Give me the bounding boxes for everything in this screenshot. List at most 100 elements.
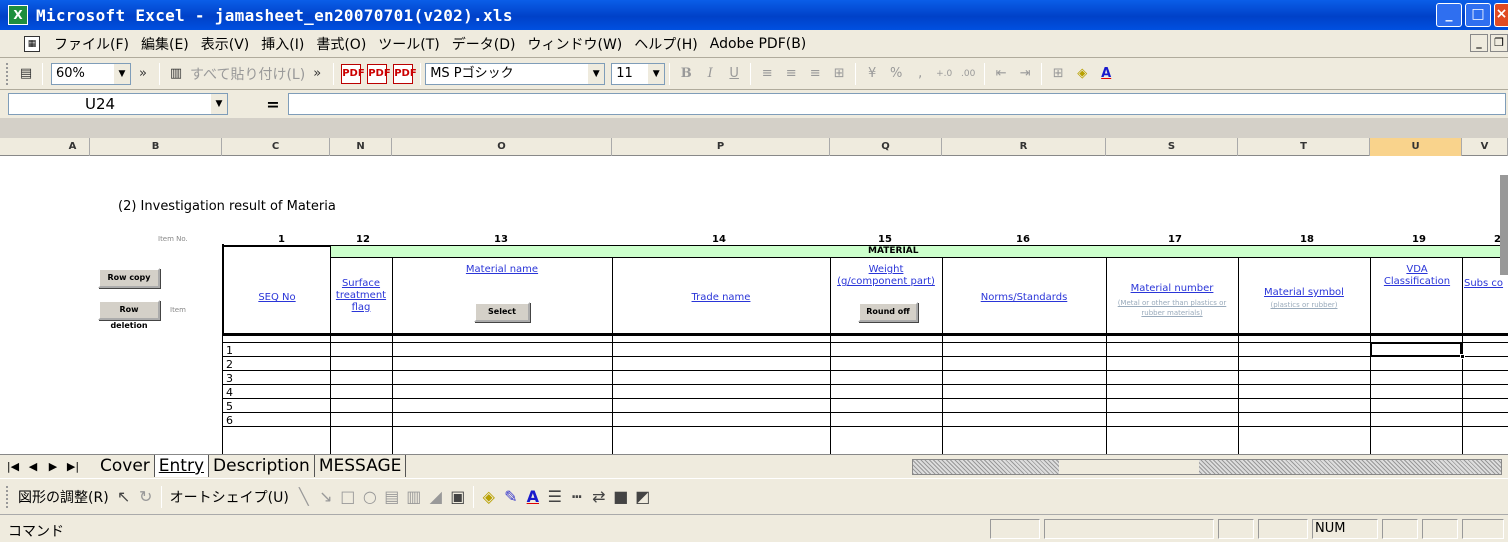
clipart-icon[interactable]: ▣ [447,486,469,508]
column-header[interactable]: V [1462,138,1508,156]
more-buttons-icon[interactable]: » [131,63,155,85]
merge-center-icon[interactable]: ⊞ [827,63,851,85]
header-material-name[interactable]: Material name [394,264,610,276]
chevron-down-icon[interactable]: ▼ [114,63,130,84]
header-weight[interactable]: Weight (g/component part) [832,264,940,288]
font-color-icon[interactable]: A [522,486,544,508]
underline-icon[interactable]: U [722,63,746,85]
seq-cell[interactable]: 2 [226,358,233,371]
scroll-thumb[interactable] [1059,460,1199,474]
paste-icon[interactable]: ▥ [164,63,188,85]
first-sheet-icon[interactable]: |◀ [4,459,22,475]
formula-input[interactable] [288,93,1506,115]
menu-adobe-pdf[interactable]: Adobe PDF(B) [704,36,813,52]
rectangle-icon[interactable]: □ [337,486,359,508]
round-off-button[interactable]: Round off [858,302,918,322]
autoshape-menu[interactable]: オートシェイプ(U) [170,487,289,507]
font-name-combo[interactable]: MS Pゴシック ▼ [425,62,606,85]
pdf-review-icon[interactable]: PDF [393,63,417,84]
header-material-number[interactable]: Material number [1108,283,1236,295]
active-cell-u24[interactable] [1370,342,1462,357]
seq-cell[interactable]: 5 [226,400,233,413]
column-header[interactable]: C [222,138,330,156]
line-style-icon[interactable]: ☰ [544,486,566,508]
tab-message[interactable]: MESSAGE [315,455,407,477]
toolbar-grip[interactable] [6,62,10,85]
increase-decimal-icon[interactable]: +.0 [932,63,956,85]
oval-icon[interactable]: ○ [359,486,381,508]
font-color-icon[interactable]: A [1094,63,1118,85]
fill-color-icon[interactable]: ◈ [478,486,500,508]
menu-data[interactable]: データ(D) [446,34,522,54]
pdf-convert-icon[interactable]: PDF [341,63,365,84]
tab-cover[interactable]: Cover [96,455,155,477]
fill-color-icon[interactable]: ◈ [1070,63,1094,85]
header-seq-no[interactable]: SEQ No [232,292,322,304]
maximize-button[interactable]: □ [1465,3,1491,27]
column-header[interactable]: N [330,138,392,156]
diagram-icon[interactable]: ◢ [425,486,447,508]
line-icon[interactable]: ╲ [293,486,315,508]
increase-indent-icon[interactable]: ⇥ [1013,63,1037,85]
more-buttons-icon-2[interactable]: » [305,63,329,85]
shadow-icon[interactable]: ■ [610,486,632,508]
doc-minimize-button[interactable]: _ [1470,34,1488,52]
column-header[interactable]: T [1238,138,1370,156]
chevron-down-icon[interactable]: ▼ [588,63,605,84]
copy-icon[interactable]: ▤ [14,63,38,85]
adjust-shapes-menu[interactable]: 図形の調整(R) [18,487,109,507]
menu-view[interactable]: 表示(V) [195,34,256,54]
prev-sheet-icon[interactable]: ◀ [24,459,42,475]
row-deletion-button[interactable]: Row deletion [98,300,160,330]
chevron-down-icon[interactable]: ▼ [648,63,665,84]
seq-cell[interactable]: 3 [226,372,233,385]
column-header[interactable]: P [612,138,830,156]
header-vda-classification[interactable]: VDA Classification [1380,264,1454,288]
header-norms-standards[interactable]: Norms/Standards [944,292,1104,304]
rotate-icon[interactable]: ↻ [135,486,157,508]
vertical-split-bar[interactable] [1500,175,1508,275]
column-header[interactable]: S [1106,138,1238,156]
header-trade-name[interactable]: Trade name [614,292,828,304]
next-sheet-icon[interactable]: ▶ [44,459,62,475]
fill-handle[interactable] [1460,354,1465,359]
column-header-selected[interactable]: U [1370,138,1462,156]
formula-equals[interactable]: = [258,95,288,114]
column-header[interactable]: A [56,138,90,156]
dash-style-icon[interactable]: ┅ [566,486,588,508]
font-size-combo[interactable]: 11 ▼ [611,62,666,85]
select-button[interactable]: Select [474,302,530,322]
arrow-icon[interactable]: ↘ [315,486,337,508]
chevron-down-icon[interactable]: ▼ [211,94,227,114]
decrease-indent-icon[interactable]: ⇤ [989,63,1013,85]
bold-icon[interactable]: B [674,63,698,85]
workbook-icon[interactable]: ▦ [24,35,40,52]
arrow-style-icon[interactable]: ⇄ [588,486,610,508]
tab-entry[interactable]: Entry [154,455,210,477]
column-header[interactable]: R [942,138,1106,156]
wordart-icon[interactable]: ▥ [403,486,425,508]
menu-help[interactable]: ヘルプ(H) [628,34,703,54]
name-box[interactable]: U24 ▼ [8,93,228,115]
pdf-mail-icon[interactable]: PDF [367,63,391,84]
column-header[interactable]: Q [830,138,942,156]
seq-cell[interactable]: 6 [226,414,233,427]
seq-cell[interactable]: 4 [226,386,233,399]
borders-icon[interactable]: ⊞ [1046,63,1070,85]
row-copy-button[interactable]: Row copy [98,268,160,288]
horizontal-scrollbar[interactable] [912,459,1502,475]
3d-icon[interactable]: ◩ [632,486,654,508]
header-subs[interactable]: Subs co [1464,278,1508,290]
comma-icon[interactable]: , [908,63,932,85]
menu-insert[interactable]: 挿入(I) [255,34,310,54]
worksheet-grid[interactable]: (2) Investigation result of Materia Item… [0,156,1508,454]
select-arrow-icon[interactable]: ↖ [113,486,135,508]
align-center-icon[interactable]: ≡ [779,63,803,85]
doc-restore-button[interactable]: ❐ [1490,34,1508,52]
column-header[interactable]: B [90,138,222,156]
menu-tools[interactable]: ツール(T) [372,34,445,54]
close-button[interactable]: × [1494,3,1508,27]
paste-all-button[interactable]: すべて貼り付け(L) [190,64,305,84]
minimize-button[interactable]: _ [1436,3,1462,27]
italic-icon[interactable]: I [698,63,722,85]
